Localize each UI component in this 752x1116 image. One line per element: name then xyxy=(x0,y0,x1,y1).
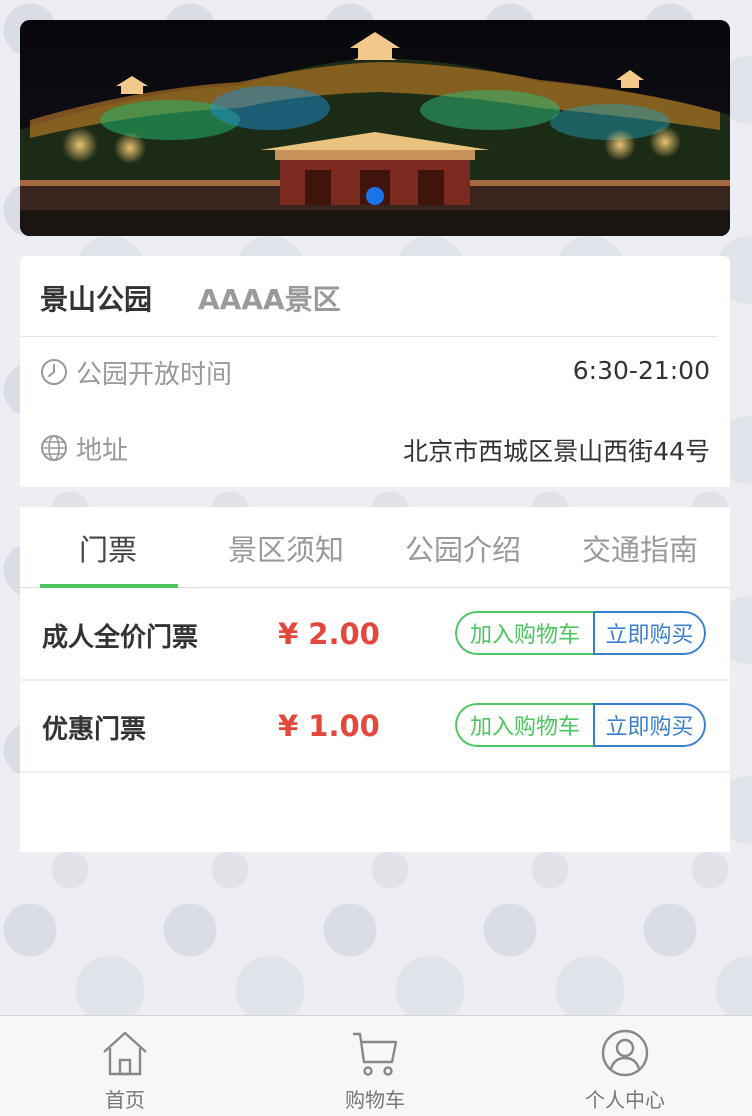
home-icon xyxy=(103,1031,147,1076)
park-info-card: 景山公园 AAAA景区 公园开放时间 6:30-21:00 地址 北京市西城区景… xyxy=(20,256,730,487)
park-level-badge: AAAA景区 xyxy=(198,283,341,316)
address-value: 北京市西城区景山西街44号 xyxy=(403,437,710,466)
banner-carousel[interactable] xyxy=(20,20,730,236)
ticket-name: 成人全价门票 xyxy=(42,623,199,653)
carousel-dot-active xyxy=(366,187,384,205)
ticket-actions: 加入购物车 立即购买 xyxy=(455,611,706,655)
add-to-cart-button[interactable]: 加入购物车 xyxy=(455,611,593,655)
ticket-row: 成人全价门票 ¥ 2.00 加入购物车 立即购买 xyxy=(20,589,730,681)
ticket-price: ¥ 2.00 xyxy=(278,617,380,651)
bottom-navigation: 首页 购物车 个人中心 xyxy=(0,1015,752,1116)
hours-value: 6:30-21:00 xyxy=(572,356,710,385)
nav-item-profile[interactable]: 个人中心 xyxy=(500,1016,750,1116)
nav-label-home: 首页 xyxy=(105,1088,145,1112)
address-row[interactable]: 地址 北京市西城区景山西街44号 xyxy=(20,420,730,480)
tab-notice[interactable]: 景区须知 xyxy=(206,527,366,569)
cart-icon xyxy=(353,1032,398,1076)
nav-item-cart[interactable]: 购物车 xyxy=(250,1016,500,1116)
hours-row: 公园开放时间 6:30-21:00 xyxy=(20,344,730,404)
globe-icon xyxy=(41,435,67,461)
nav-item-home[interactable]: 首页 xyxy=(0,1016,250,1116)
buy-now-button[interactable]: 立即购买 xyxy=(593,611,706,655)
tab-tickets[interactable]: 门票 xyxy=(28,527,188,569)
buy-now-button[interactable]: 立即购买 xyxy=(593,703,706,747)
ticket-price: ¥ 1.00 xyxy=(278,709,380,743)
nav-label-profile: 个人中心 xyxy=(585,1088,665,1112)
hours-label: 公园开放时间 xyxy=(76,360,233,390)
banner-image xyxy=(20,20,730,236)
tabs-card: 门票 景区须知 公园介绍 交通指南 成人全价门票 ¥ 2.00 加入购物车 立即… xyxy=(20,507,730,852)
tab-bar: 门票 景区须知 公园介绍 交通指南 xyxy=(20,507,730,588)
ticket-row: 优惠门票 ¥ 1.00 加入购物车 立即购买 xyxy=(20,681,730,773)
title-row: 景山公园 AAAA景区 xyxy=(20,256,718,337)
tab-introduction[interactable]: 公园介绍 xyxy=(383,527,543,569)
park-name: 景山公园 xyxy=(40,283,153,316)
nav-label-cart: 购物车 xyxy=(345,1088,405,1112)
ticket-actions: 加入购物车 立即购买 xyxy=(455,703,706,747)
ticket-name: 优惠门票 xyxy=(42,715,147,745)
user-icon xyxy=(601,1029,649,1077)
clock-icon xyxy=(41,359,67,385)
add-to-cart-button[interactable]: 加入购物车 xyxy=(455,703,593,747)
address-label: 地址 xyxy=(76,436,129,466)
tab-transport[interactable]: 交通指南 xyxy=(560,527,720,569)
active-tab-indicator xyxy=(40,584,178,588)
